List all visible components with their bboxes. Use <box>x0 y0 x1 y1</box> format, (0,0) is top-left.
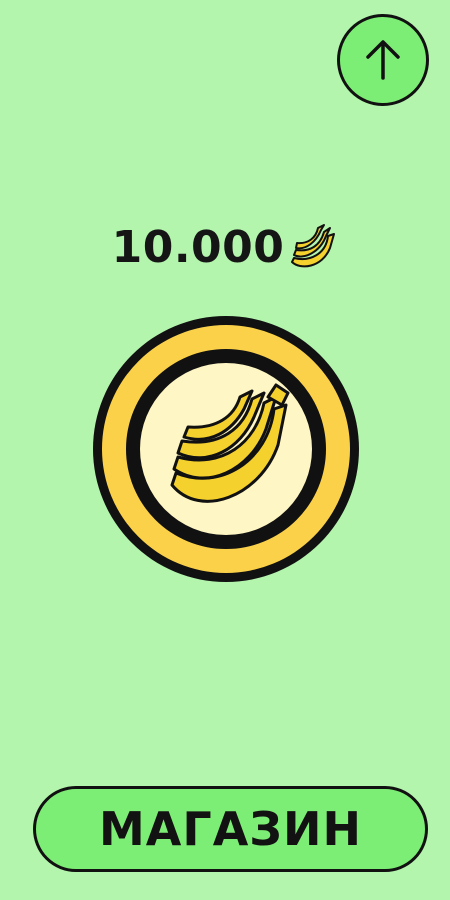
shop-button[interactable]: МАГАЗИН <box>33 786 428 872</box>
tap-coin-button[interactable] <box>90 313 362 585</box>
arrow-up-icon <box>366 40 400 80</box>
balance-display: 10.000 <box>0 218 450 278</box>
banana-bunch-icon <box>93 316 359 582</box>
banana-icon <box>291 224 336 268</box>
shop-button-label: МАГАЗИН <box>99 802 362 856</box>
balance-value: 10.000 <box>111 222 285 273</box>
scroll-up-button[interactable] <box>337 14 429 106</box>
